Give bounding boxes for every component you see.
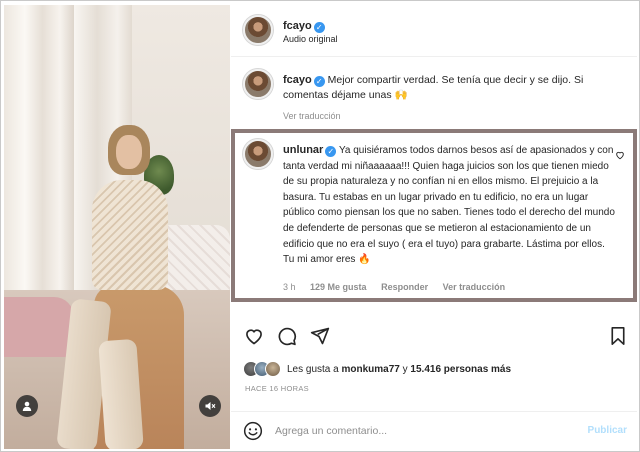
comment-button[interactable] [276,325,298,347]
comment-likes[interactable]: 129 Me gusta [310,282,367,292]
avatar[interactable] [242,14,274,46]
publish-button[interactable]: Publicar [588,425,627,436]
avatar[interactable] [242,138,274,170]
share-button[interactable] [309,325,331,347]
instagram-post-frame: fcayo ✓ Audio original fcayo ✓ Mejor compa… [0,0,640,452]
verified-badge-icon: ✓ [325,146,337,157]
author-username[interactable]: fcayo [283,20,312,32]
caption-translate-link[interactable]: Ver traducción [283,111,341,121]
verified-badge-icon: ✓ [313,22,325,33]
comment-composer: Publicar [231,411,637,449]
post-timestamp[interactable]: HACE 16 HORAS [245,384,309,393]
likes-and: y [402,363,408,375]
heart-icon [616,151,624,160]
avatar[interactable] [242,68,274,100]
emoji-button[interactable] [243,421,263,446]
post-header: fcayo ✓ Audio original [231,5,637,57]
comment-username[interactable]: unlunar [283,144,323,156]
header-user: fcayo ✓ [283,16,325,34]
tagged-users-button[interactable] [16,395,38,417]
video-subject [56,125,184,449]
likes-others[interactable]: 15.416 personas más [410,364,511,375]
audio-link[interactable]: Audio original [283,34,338,44]
reply-button[interactable]: Responder [381,282,428,292]
comment-body: unlunar ✓ Ya quisiéramos todos darnos bes… [283,143,618,268]
post-sidebar: fcayo ✓ Audio original fcayo ✓ Mejor compa… [231,5,637,449]
mute-button[interactable] [199,395,221,417]
user-icon [22,401,32,411]
comment-input[interactable] [275,421,575,441]
bookmark-icon [611,327,625,345]
save-button[interactable] [607,325,629,347]
comment-translate-link[interactable]: Ver traducción [443,282,506,292]
liker-avatar[interactable] [265,361,281,377]
send-icon [310,327,330,345]
likes-summary: Les gusta a monkuma77 y 15.416 personas … [243,360,511,378]
highlighted-comment: unlunar ✓ Ya quisiéramos todos darnos bes… [231,129,637,302]
comment-icon [278,327,297,346]
likes-prefix: Les gusta a [287,363,339,375]
caption-body: fcayo ✓ Mejor compartir verdad. Se tenía … [283,73,623,103]
like-button[interactable] [243,325,265,347]
comment-meta: 3 h 129 Me gusta Responder Ver traducció… [283,282,517,292]
heart-icon [246,329,262,345]
comment-text: Ya quisiéramos todos darnos besos así de… [283,145,615,266]
reel-video[interactable] [4,5,230,449]
action-bar [231,321,637,351]
comment-like-button[interactable] [615,147,625,165]
caption-text: Mejor compartir verdad. Se tenía que dec… [283,74,584,101]
comment-time: 3 h [283,282,296,292]
caption-username[interactable]: fcayo [283,74,312,86]
liker-username[interactable]: monkuma77 [342,364,400,375]
speaker-muted-icon [205,402,216,410]
smiley-icon [243,421,263,441]
verified-badge-icon: ✓ [313,76,325,87]
